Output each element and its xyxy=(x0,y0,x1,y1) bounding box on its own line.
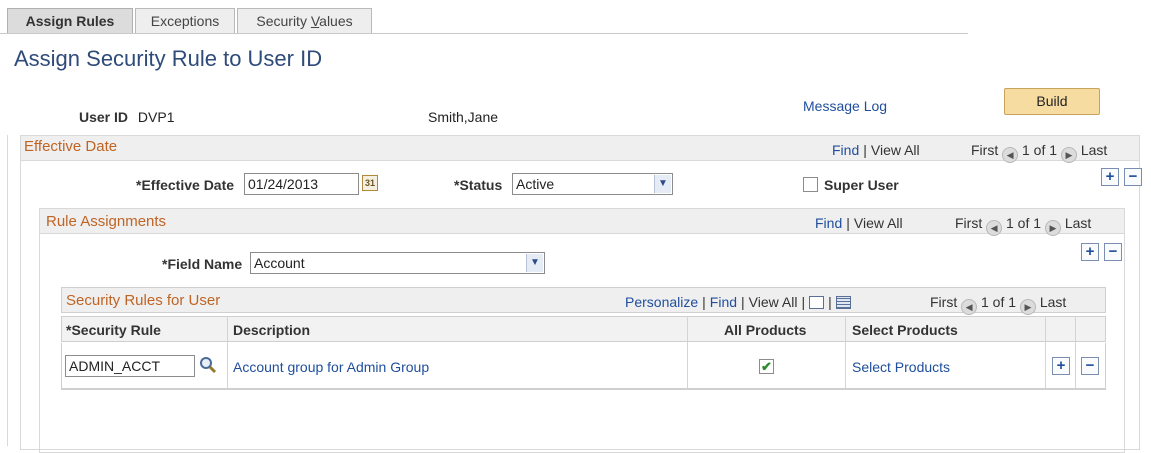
user-id-value: DVP1 xyxy=(137,109,175,125)
delete-row-icon[interactable]: − xyxy=(1081,357,1099,375)
find-link[interactable]: Find xyxy=(710,294,737,310)
find-link[interactable]: Find xyxy=(832,142,859,158)
effective-date-header: Effective Date Find | View All First ◀ 1 o… xyxy=(20,135,1140,163)
last-label: Last xyxy=(1064,215,1092,231)
grid-icon[interactable] xyxy=(835,296,851,309)
add-row-icon[interactable]: + xyxy=(1052,357,1070,375)
description-link[interactable]: Account group for Admin Group xyxy=(233,359,429,375)
personalize-link[interactable]: Personalize xyxy=(625,294,698,310)
chevron-down-icon: ▼ xyxy=(654,175,671,193)
last-label: Last xyxy=(1039,294,1067,310)
super-user-checkbox[interactable] xyxy=(803,177,818,192)
column-divider xyxy=(845,316,846,389)
status-select[interactable]: Active ▼ xyxy=(512,173,673,195)
tab-label: Assign Rules xyxy=(25,13,115,29)
last-label: Last xyxy=(1080,142,1108,158)
build-button[interactable]: Build xyxy=(1004,88,1100,115)
delete-row-icon[interactable]: − xyxy=(1104,243,1122,261)
tab-divider xyxy=(0,33,968,34)
tab-label: alues xyxy=(319,13,353,29)
field-name-select[interactable]: Account ▼ xyxy=(250,252,545,274)
row-count: 1 of 1 xyxy=(981,294,1017,310)
tab-label: Security xyxy=(256,13,311,29)
download-icon[interactable] xyxy=(809,296,825,309)
user-id-label: User ID xyxy=(79,109,129,125)
separator: | xyxy=(741,294,745,310)
find-link[interactable]: Find xyxy=(815,215,842,231)
security-rules-column-header: *Security Rule Description All Products … xyxy=(61,316,1106,342)
rule-assignments-header: Rule Assignments Find | View All First ◀ 1… xyxy=(39,208,1125,236)
tab-security-values[interactable]: Security Values xyxy=(237,8,372,34)
separator: | xyxy=(702,294,706,310)
column-header-description: Description xyxy=(233,322,311,338)
first-label: First xyxy=(930,294,958,310)
prev-icon[interactable]: ◀ xyxy=(961,299,978,315)
calendar-icon[interactable]: 31 xyxy=(362,175,378,191)
column-header-all-products: All Products xyxy=(724,322,807,338)
field-name-label: *Field Name xyxy=(162,256,243,272)
super-user-label: Super User xyxy=(824,177,899,193)
first-label: First xyxy=(955,215,983,231)
security-rules-nav: Personalize | Find | View All | | xyxy=(625,294,851,310)
column-divider xyxy=(227,316,228,389)
tab-label-accelerator: V xyxy=(310,13,320,29)
view-all-link[interactable]: View All xyxy=(749,294,798,310)
rule-assignments-nav: Find | View All xyxy=(815,215,903,231)
separator: | xyxy=(828,294,832,310)
user-id-field: User ID DVP1 xyxy=(79,109,175,125)
status-value: Active xyxy=(516,176,555,192)
security-rules-pager: First ◀ 1 of 1 ▶ Last xyxy=(930,294,1066,315)
add-row-icon[interactable]: + xyxy=(1101,168,1119,186)
column-header-security-rule: *Security Rule xyxy=(66,322,161,338)
all-products-checkbox[interactable]: ✔ xyxy=(759,359,774,374)
user-name: Smith,Jane xyxy=(428,109,499,125)
search-icon-svg xyxy=(200,357,217,374)
security-rules-header: Security Rules for User Personalize | Find… xyxy=(61,287,1106,315)
first-label: First xyxy=(971,142,999,158)
add-row-icon[interactable]: + xyxy=(1081,243,1099,261)
view-all-link[interactable]: View All xyxy=(854,215,903,231)
select-products-link[interactable]: Select Products xyxy=(852,359,950,375)
tab-exceptions[interactable]: Exceptions xyxy=(135,8,235,34)
effective-date-title: Effective Date xyxy=(24,138,118,155)
next-icon[interactable]: ▶ xyxy=(1019,299,1036,315)
status-label: *Status xyxy=(454,177,503,193)
effective-date-input[interactable]: 01/24/2013 xyxy=(244,173,359,195)
message-log-link[interactable]: Message Log xyxy=(803,98,887,114)
row-count: 1 of 1 xyxy=(1006,215,1042,231)
column-divider xyxy=(687,316,688,389)
separator: | xyxy=(863,142,867,158)
column-header-select-products: Select Products xyxy=(852,322,958,338)
field-name-value: Account xyxy=(254,255,305,271)
column-divider xyxy=(1075,316,1076,389)
search-icon[interactable] xyxy=(199,356,217,374)
effective-date-nav: Find | View All xyxy=(832,142,920,158)
delete-row-icon[interactable]: − xyxy=(1124,168,1142,186)
security-rule-input[interactable]: ADMIN_ACCT xyxy=(65,355,195,377)
tab-bar: Assign Rules Exceptions Security Values xyxy=(0,0,970,34)
tab-label: Exceptions xyxy=(150,13,220,29)
page-left-border xyxy=(7,135,8,446)
tab-assign-rules[interactable]: Assign Rules xyxy=(7,8,133,34)
chevron-down-icon: ▼ xyxy=(526,254,543,272)
row-count: 1 of 1 xyxy=(1022,142,1058,158)
separator: | xyxy=(846,215,850,231)
column-divider xyxy=(1045,316,1046,389)
rule-assignments-title: Rule Assignments xyxy=(46,213,167,230)
separator: | xyxy=(801,294,806,310)
security-rules-title: Security Rules for User xyxy=(66,292,221,309)
view-all-link[interactable]: View All xyxy=(871,142,920,158)
grid-bottom-border xyxy=(61,389,1106,390)
effective-date-label: *Effective Date xyxy=(136,177,235,193)
page-title: Assign Security Rule to User ID xyxy=(14,46,323,71)
